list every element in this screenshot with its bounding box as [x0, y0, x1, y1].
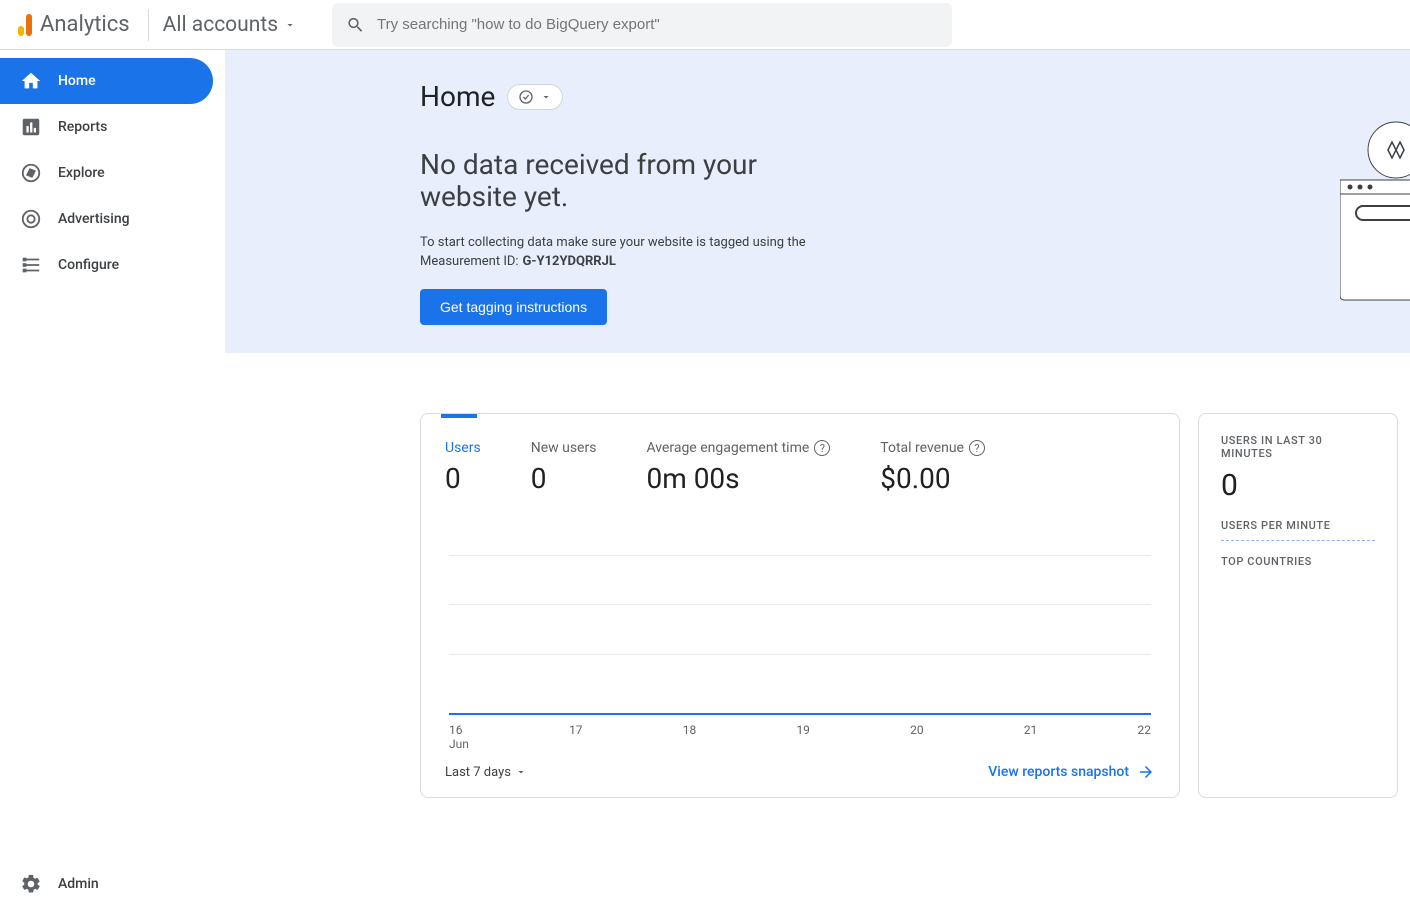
sidebar-item-label: Explore — [58, 165, 105, 181]
sidebar-item-admin[interactable]: Admin — [0, 861, 213, 907]
active-tab-indicator — [441, 414, 477, 418]
search-bar[interactable] — [332, 3, 952, 47]
users-per-minute-label: USERS PER MINUTE — [1221, 519, 1375, 532]
metric-label: Average engagement time ? — [646, 440, 830, 456]
chart-x-axis: 16 Jun 17 18 19 20 21 22 — [449, 723, 1151, 751]
date-range-selector[interactable]: Last 7 days — [445, 765, 527, 780]
gear-icon — [20, 873, 42, 895]
sidebar: Home Reports Explore Advertising Configu… — [0, 50, 225, 907]
users-chart — [449, 515, 1151, 715]
reports-icon — [20, 116, 42, 138]
arrow-right-icon — [1137, 763, 1155, 781]
product-logo[interactable]: Analytics — [8, 12, 140, 37]
date-range-label: Last 7 days — [445, 765, 511, 780]
measurement-id-value: G-Y12YDQRRJL — [523, 254, 616, 269]
divider — [1221, 540, 1375, 541]
users-30min-label: USERS IN LAST 30 MINUTES — [1221, 434, 1375, 460]
sidebar-item-configure[interactable]: Configure — [0, 242, 213, 288]
sidebar-item-label: Admin — [58, 876, 99, 892]
hero-banner: Home No data received from your website … — [225, 50, 1410, 353]
realtime-card: USERS IN LAST 30 MINUTES 0 USERS PER MIN… — [1198, 413, 1398, 798]
users-30min-value: 0 — [1221, 468, 1375, 503]
home-icon — [20, 70, 42, 92]
top-countries-label: TOP COUNTRIES — [1221, 555, 1375, 568]
chart-tick: 17 — [569, 723, 583, 751]
sidebar-item-reports[interactable]: Reports — [0, 104, 213, 150]
chart-month-label: Jun — [449, 737, 469, 751]
sidebar-item-advertising[interactable]: Advertising — [0, 196, 213, 242]
verify-pill[interactable] — [507, 84, 563, 110]
chart-tick: 16 — [449, 723, 463, 737]
sidebar-item-label: Home — [58, 73, 96, 89]
get-tagging-instructions-button[interactable]: Get tagging instructions — [420, 289, 607, 325]
chevron-down-icon — [284, 19, 296, 31]
metric-label: New users — [531, 440, 597, 456]
explore-icon — [20, 162, 42, 184]
sidebar-item-home[interactable]: Home — [0, 58, 213, 104]
account-selector-label: All accounts — [163, 13, 278, 37]
metric-avg-engagement[interactable]: Average engagement time ? 0m 00s — [646, 440, 830, 495]
metric-value: 0 — [445, 462, 481, 495]
chart-tick: 18 — [683, 723, 697, 751]
no-data-heading: No data received from your website yet. — [420, 149, 840, 213]
metric-users[interactable]: Users 0 — [445, 440, 481, 495]
search-input[interactable] — [377, 16, 938, 33]
account-selector[interactable]: All accounts — [148, 9, 310, 41]
metric-total-revenue[interactable]: Total revenue ? $0.00 — [880, 440, 985, 495]
top-bar: Analytics All accounts — [0, 0, 1410, 50]
sidebar-item-label: Reports — [58, 119, 107, 135]
hero-illustration — [1340, 120, 1410, 320]
sidebar-item-label: Configure — [58, 257, 119, 273]
measurement-id-label: Measurement ID: — [420, 254, 519, 269]
help-icon[interactable]: ? — [969, 440, 985, 456]
advertising-icon — [20, 208, 42, 230]
metric-value: $0.00 — [880, 462, 985, 495]
view-reports-snapshot-link[interactable]: View reports snapshot — [988, 763, 1155, 781]
metric-label: Users — [445, 440, 481, 456]
sidebar-item-explore[interactable]: Explore — [0, 150, 213, 196]
chart-tick: 21 — [1024, 723, 1038, 751]
main-content: Home No data received from your website … — [225, 50, 1410, 907]
search-icon — [346, 15, 365, 35]
chart-tick: 22 — [1138, 723, 1152, 751]
help-icon[interactable]: ? — [814, 440, 830, 456]
product-name: Analytics — [40, 12, 130, 37]
overview-card: Users 0 New users 0 Average engagement t… — [420, 413, 1180, 798]
metric-label: Total revenue ? — [880, 440, 985, 456]
hero-description: To start collecting data make sure your … — [420, 235, 820, 250]
analytics-logo-icon — [18, 14, 32, 36]
metric-new-users[interactable]: New users 0 — [531, 440, 597, 495]
chart-tick: 20 — [910, 723, 924, 751]
chart-tick: 19 — [796, 723, 810, 751]
checkmark-circle-icon — [518, 89, 534, 105]
chevron-down-icon — [515, 766, 527, 778]
configure-icon — [20, 254, 42, 276]
metric-value: 0m 00s — [646, 462, 830, 495]
metric-value: 0 — [531, 462, 597, 495]
page-title: Home — [420, 80, 495, 113]
chevron-down-icon — [540, 91, 552, 103]
sidebar-item-label: Advertising — [58, 211, 130, 227]
link-label: View reports snapshot — [988, 764, 1129, 780]
